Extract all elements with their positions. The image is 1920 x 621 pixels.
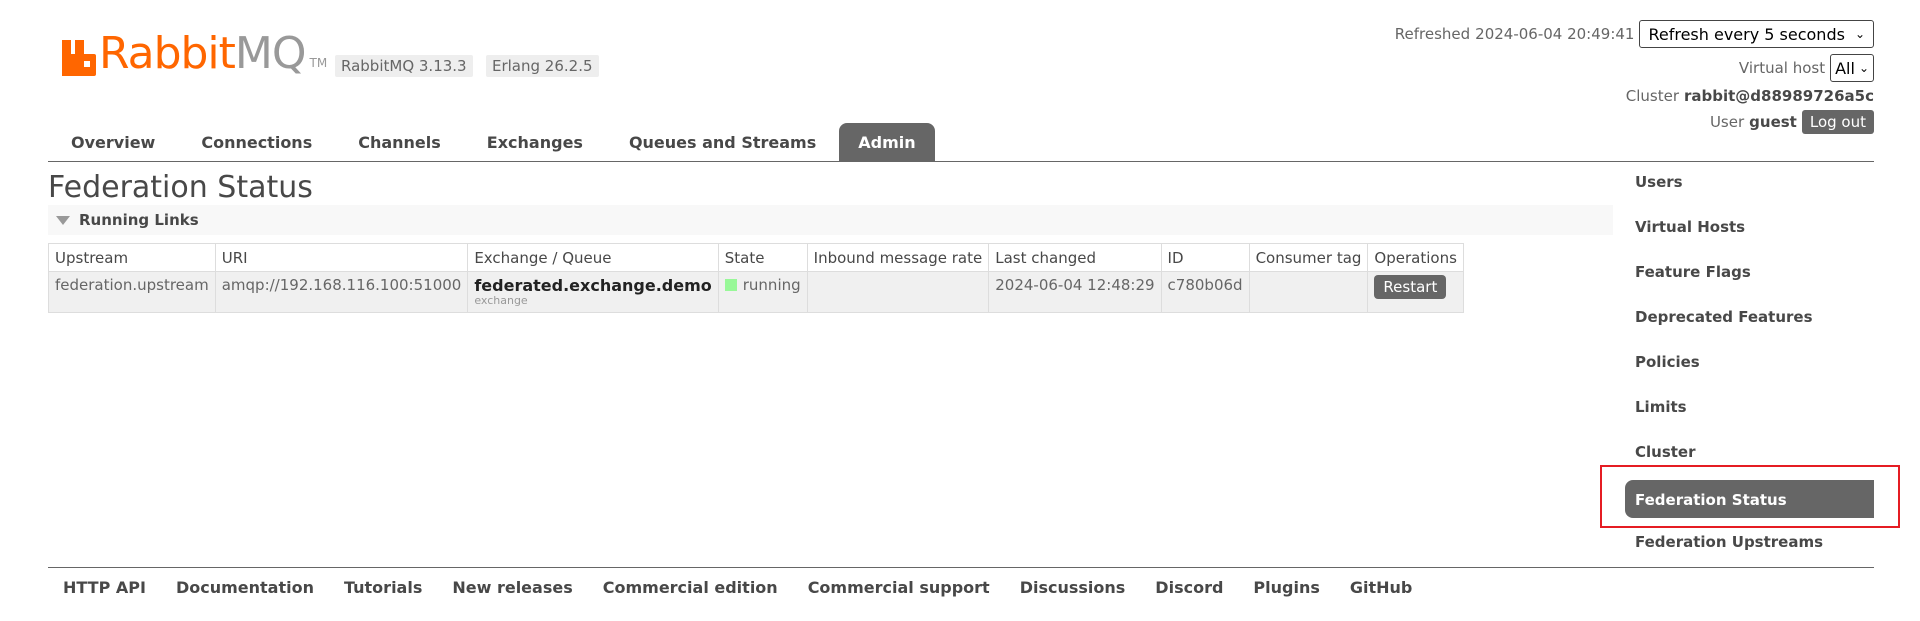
col-exchange-queue: Exchange / Queue: [467, 243, 719, 272]
federation-links-table: Upstream URI Exchange / Queue State Inbo…: [48, 243, 1464, 313]
state-indicator-icon: [724, 279, 737, 291]
col-inbound-rate: Inbound message rate: [806, 243, 990, 272]
table-row: federation.upstream amqp://192.168.116.1…: [48, 271, 1464, 313]
header-info: Refreshed 2024-06-04 20:49:41 Refresh ev…: [1395, 20, 1874, 135]
vhost-value: All: [1835, 58, 1855, 78]
cell-id: c780b06d: [1160, 271, 1250, 313]
rabbitmq-logo: RabbitMQ TM: [62, 30, 327, 76]
footer-link-new-releases[interactable]: New releases: [437, 578, 587, 597]
refresh-interval-select[interactable]: Refresh every 5 seconds ⌄: [1639, 20, 1874, 48]
chevron-down-icon: ⌄: [1854, 27, 1865, 41]
col-last-changed: Last changed: [988, 243, 1162, 272]
footer-link-github[interactable]: GitHub: [1335, 578, 1428, 597]
tab-exchanges[interactable]: Exchanges: [464, 123, 606, 161]
main-nav-tabs: Overview Connections Channels Exchanges …: [48, 123, 935, 161]
refreshed-label: Refreshed: [1394, 25, 1471, 43]
section-label: Running Links: [79, 211, 199, 229]
col-upstream: Upstream: [48, 243, 216, 272]
tab-connections[interactable]: Connections: [178, 123, 335, 161]
sidebar-item-federation-upstreams[interactable]: Federation Upstreams: [1625, 522, 1874, 567]
logo-text-mq: MQ: [234, 28, 307, 79]
col-state: State: [717, 243, 808, 272]
sidebar-item-policies[interactable]: Policies: [1625, 342, 1874, 387]
vhost-label: Virtual host: [1738, 59, 1826, 77]
exchange-type: exchange: [474, 294, 528, 307]
page-title: Federation Status: [48, 170, 313, 205]
col-consumer-tag: Consumer tag: [1248, 243, 1369, 272]
rabbitmq-version-badge: RabbitMQ 3.13.3: [335, 55, 473, 77]
user-label: User: [1709, 113, 1745, 131]
sidebar-item-virtual-hosts[interactable]: Virtual Hosts: [1625, 207, 1874, 252]
footer-divider: [48, 567, 1874, 568]
user-name: guest: [1749, 113, 1797, 131]
footer-link-discussions[interactable]: Discussions: [1005, 578, 1141, 597]
exchange-name-link[interactable]: federated.exchange.demo: [474, 276, 711, 295]
footer-link-tutorials[interactable]: Tutorials: [329, 578, 437, 597]
tab-admin[interactable]: Admin: [839, 123, 935, 161]
table-header-row: Upstream URI Exchange / Queue State Inbo…: [48, 243, 1464, 272]
chevron-down-icon: ⌄: [1858, 61, 1869, 75]
cell-consumer-tag: [1248, 271, 1369, 313]
sidebar-item-deprecated-features[interactable]: Deprecated Features: [1625, 297, 1874, 342]
sidebar-item-limits[interactable]: Limits: [1625, 387, 1874, 432]
running-links-section-toggle[interactable]: Running Links: [48, 205, 1613, 235]
tab-queues-and-streams[interactable]: Queues and Streams: [606, 123, 839, 161]
footer-link-http-api[interactable]: HTTP API: [48, 578, 161, 597]
refresh-interval-value: Refresh every 5 seconds: [1648, 24, 1845, 44]
highlight-box: [1600, 465, 1900, 528]
logout-button[interactable]: Log out: [1801, 110, 1874, 134]
tab-divider: [48, 161, 1874, 162]
logo-text-rabbit: Rabbit: [99, 28, 236, 79]
cluster-name: rabbit@d88989726a5c: [1684, 86, 1874, 105]
sidebar-item-feature-flags[interactable]: Feature Flags: [1625, 252, 1874, 297]
footer-links: HTTP API Documentation Tutorials New rel…: [48, 578, 1427, 597]
cell-last-changed: 2024-06-04 12:48:29: [988, 271, 1162, 313]
col-uri: URI: [214, 243, 469, 272]
tab-overview[interactable]: Overview: [48, 123, 178, 161]
logo-trademark: TM: [309, 56, 328, 70]
footer-link-documentation[interactable]: Documentation: [161, 578, 329, 597]
cell-upstream: federation.upstream: [48, 271, 216, 313]
footer-link-discord[interactable]: Discord: [1140, 578, 1238, 597]
rabbit-logo-icon: [62, 40, 96, 76]
cell-inbound-rate: [806, 271, 990, 313]
cell-operations: Restart: [1367, 271, 1464, 313]
restart-button[interactable]: Restart: [1374, 275, 1447, 299]
col-id: ID: [1160, 243, 1250, 272]
sidebar-item-users[interactable]: Users: [1625, 162, 1874, 207]
vhost-select[interactable]: All ⌄: [1830, 54, 1874, 82]
footer-link-commercial-support[interactable]: Commercial support: [793, 578, 1005, 597]
erlang-version-badge: Erlang 26.2.5: [486, 55, 599, 77]
footer-link-commercial-edition[interactable]: Commercial edition: [588, 578, 793, 597]
footer-link-plugins[interactable]: Plugins: [1238, 578, 1334, 597]
cluster-label: Cluster: [1625, 86, 1679, 105]
collapse-triangle-icon: [56, 216, 70, 225]
cell-uri: amqp://192.168.116.100:51000: [214, 271, 469, 313]
cell-state: running: [717, 271, 808, 313]
cell-exchange: federated.exchange.demo exchange: [467, 271, 719, 313]
col-operations: Operations: [1367, 243, 1464, 272]
refreshed-time: 2024-06-04 20:49:41: [1475, 25, 1635, 43]
state-text: running: [742, 276, 801, 294]
tab-channels[interactable]: Channels: [335, 123, 464, 161]
